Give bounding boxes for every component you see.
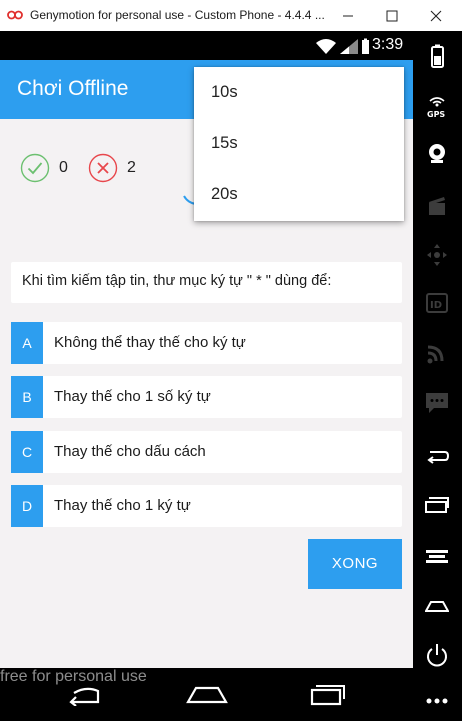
minimize-icon [343,15,353,17]
cross-circle-icon [88,153,118,183]
phone-sms-tool[interactable] [413,383,462,423]
clapper-icon [429,197,445,215]
question-card: Khi tìm kiếm tập tin, thư mục ký tự " * … [11,262,402,303]
signal-icons [316,38,369,54]
recent-apps-icon [425,497,449,513]
status-time: 3:39 [372,36,404,53]
back-icon [427,451,449,464]
gps-tool[interactable]: GPS [413,87,462,127]
svg-text:ID: ID [430,300,442,311]
screencast-tool[interactable] [413,186,462,226]
power-tool[interactable] [413,635,462,675]
time-option[interactable]: 15s [194,118,404,169]
nav-home-icon[interactable] [186,682,228,706]
battery-icon [431,44,444,68]
status-bar: 3:39 [0,31,413,60]
question-text: Khi tìm kiếm tập tin, thư mục ký tự " * … [22,273,332,289]
menu-tool[interactable] [413,536,462,576]
recent-apps-tool[interactable] [413,486,462,526]
answer-letter: A [11,322,43,364]
window-title: Genymotion for personal use - Custom Pho… [30,8,325,22]
answer-text: Thay thế cho 1 ký tự [54,497,191,514]
device-id-tool[interactable]: ID [413,283,462,323]
message-icon [426,393,448,413]
more-icon [426,698,448,704]
watermark-text: free for personal use [0,668,147,685]
nav-recent-apps-icon[interactable] [310,682,346,706]
close-icon [430,10,442,22]
remote-control-tool[interactable] [413,235,462,275]
app-title: Chơi Offline [17,77,129,100]
wifi-icon [316,39,336,54]
id-icon: ID [426,293,448,313]
time-option-label: 20s [211,185,238,203]
time-option[interactable]: 20s [194,169,404,220]
minimize-button[interactable] [326,0,370,31]
wrong-count: 2 [127,159,136,176]
home-tool[interactable] [413,586,462,626]
time-option-label: 15s [211,134,238,152]
dpad-icon [427,244,447,266]
battery-tool[interactable] [413,37,462,77]
answer-text: Thay thế cho 1 số ký tự [54,388,211,405]
more-tool[interactable] [413,681,462,721]
close-button[interactable] [414,0,458,31]
menu-icon [426,550,448,563]
genymotion-logo-icon [7,10,23,20]
answer-letter: D [11,485,43,527]
time-dropdown-menu: 10s 15s 20s [194,67,404,221]
power-icon [427,644,447,667]
time-option-label: 10s [211,83,238,101]
back-tool[interactable] [413,436,462,476]
window-titlebar: Genymotion for personal use - Custom Pho… [0,0,462,32]
check-circle-icon [20,153,50,183]
gps-icon: GPS [427,97,445,119]
home-icon [425,601,449,612]
maximize-button[interactable] [370,0,414,31]
answer-option-d[interactable]: D Thay thế cho 1 ký tự [11,485,402,527]
webcam-tool[interactable] [413,134,462,174]
answer-letter: C [11,431,43,473]
correct-count: 0 [59,159,68,176]
answer-option-c[interactable]: C Thay thế cho dấu cách [11,431,402,473]
rss-icon [427,345,444,364]
done-button[interactable]: XONG [308,539,402,589]
time-option[interactable]: 10s [194,67,404,118]
emulator-toolbar: GPS ID [413,31,462,721]
answer-text: Thay thế cho dấu cách [54,443,206,460]
answer-option-a[interactable]: A Không thể thay thế cho ký tự [11,322,402,364]
battery-status-icon [362,40,369,54]
answer-letter: B [11,376,43,418]
answer-option-b[interactable]: B Thay thế cho 1 số ký tự [11,376,402,418]
webcam-icon [429,144,445,163]
maximize-icon [386,10,398,22]
svg-text:GPS: GPS [427,110,445,119]
answer-text: Không thể thay thế cho ký tự [54,334,246,351]
network-tool[interactable] [413,333,462,373]
